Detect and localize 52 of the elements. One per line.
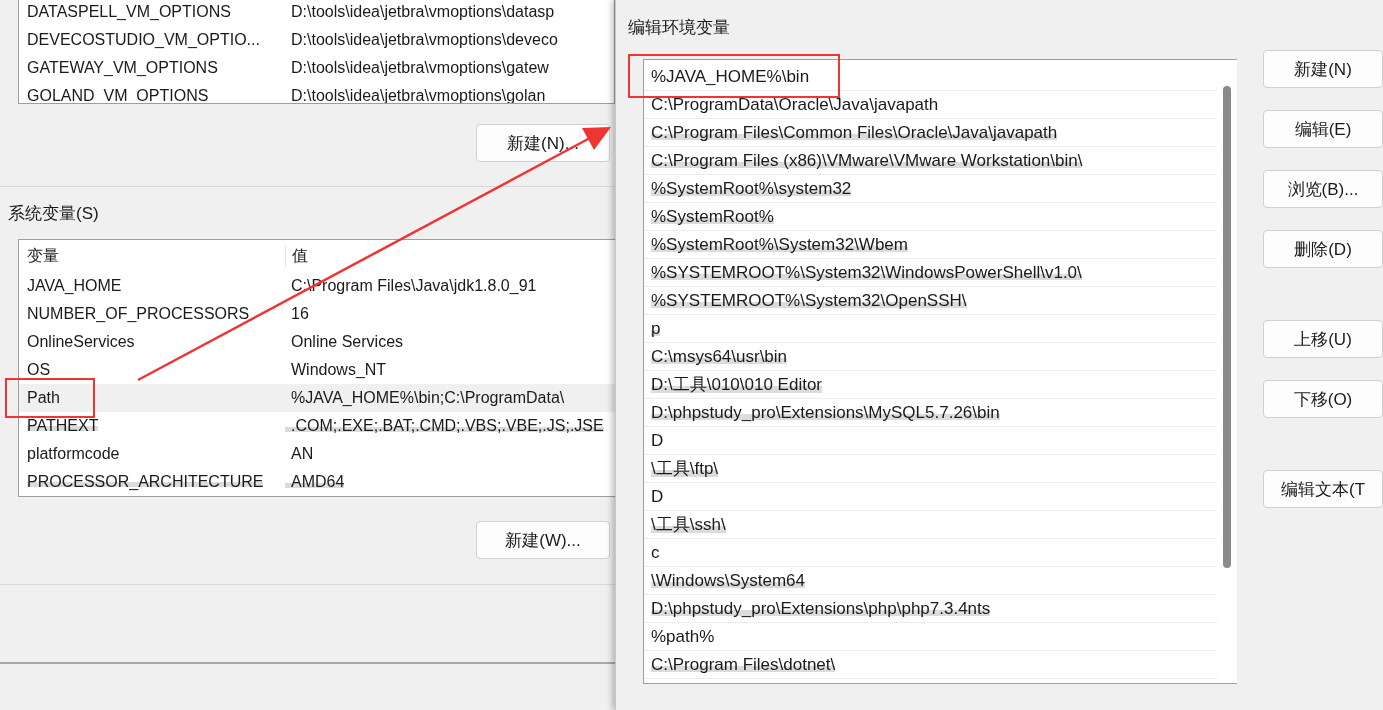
section-label: 系统变量(S) [8, 202, 99, 225]
variable-value: Windows_NT [290, 361, 387, 379]
column-header[interactable]: 变量 [19, 245, 285, 267]
variable-name: NUMBER_OF_PROCESSORS [27, 305, 250, 322]
variable-name: PATHEXT [27, 417, 99, 434]
table-row[interactable]: OS Windows_NT [19, 356, 615, 384]
selected-row[interactable]: Path %JAVA_HOME%\bin;C:\ProgramData\ [19, 384, 615, 412]
variable-value: D:\tools\idea\jetbra\vmoptions\datasp [290, 3, 555, 21]
action-button[interactable]: 编辑文本(T [1263, 470, 1383, 508]
variable-name: DATASPELL_VM_OPTIONS [26, 3, 232, 21]
variable-value: D:\tools\idea\jetbra\vmoptions\deveco [290, 31, 558, 49]
new-button[interactable]: 新建(N)... [476, 124, 610, 162]
list-item[interactable]: %path% [651, 626, 715, 647]
list-item[interactable]: c [651, 542, 660, 563]
list-item[interactable]: \工具\ftp\ [651, 457, 719, 480]
variable-value: AMD64 [285, 473, 345, 491]
list-item[interactable]: C:\ProgramData\Oracle\Java\javapath [651, 94, 939, 115]
variable-name: PROCESSOR_ARCHITECTURE [27, 473, 264, 490]
table-row[interactable]: OnlineServices Online Services [19, 328, 615, 356]
table-row[interactable]: platformcode AN [19, 440, 615, 468]
table-row[interactable]: PATHEXT .COM;.EXE;.BAT;.CMD;.VBS;.VBE;.JS;.JSE [19, 412, 615, 440]
variable-name: DEVECOSTUDIO_VM_OPTIO... [26, 31, 261, 49]
table-row[interactable]: NUMBER_OF_PROCESSORS 16 [19, 300, 615, 328]
list-item[interactable]: D [651, 486, 664, 507]
variable-value: Online Services [290, 333, 404, 351]
list-item[interactable]: D [651, 430, 664, 451]
table-row[interactable]: PROCESSOR_ARCHITECTURE AMD64 [19, 468, 615, 496]
variable-value: D:\tools\idea\jetbra\vmoptions\gatew [290, 59, 549, 77]
variable-name: OS [27, 361, 51, 378]
action-button[interactable]: 删除(D) [1263, 230, 1383, 268]
variable-name: Path [27, 389, 60, 406]
column-header[interactable]: 值 [285, 245, 308, 267]
new-button[interactable]: 新建(W)... [476, 521, 610, 559]
list-item[interactable]: \工具\ssh\ [651, 513, 726, 536]
variable-name: OnlineServices [27, 333, 135, 350]
variable-value: 16 [290, 305, 309, 323]
list-item[interactable]: %JAVA_HOME%\bin [651, 66, 810, 87]
variable-name: platformcode [27, 445, 120, 462]
variable-value: %JAVA_HOME%\bin;C:\ProgramData\ [290, 389, 565, 407]
action-button[interactable]: 浏览(B)... [1263, 170, 1383, 208]
variable-name: GATEWAY_VM_OPTIONS [26, 59, 219, 77]
variable-value: .COM;.EXE;.BAT;.CMD;.VBS;.VBE;.JS;.JSE [285, 417, 604, 435]
action-button[interactable]: 上移(U) [1263, 320, 1383, 358]
variable-name: GOLAND_VM_OPTIONS [26, 87, 210, 103]
scrollbar-thumb[interactable] [1223, 86, 1231, 568]
list-item[interactable]: D:\工具\010\010 Editor [651, 373, 823, 396]
action-button[interactable]: 新建(N) [1263, 50, 1383, 88]
action-button[interactable]: 编辑(E) [1263, 110, 1383, 148]
variable-name: JAVA_HOME [27, 277, 122, 294]
window-title: 编辑环境变量 [628, 18, 730, 37]
variable-value: AN [290, 445, 314, 463]
action-button[interactable]: 下移(O) [1263, 380, 1383, 418]
